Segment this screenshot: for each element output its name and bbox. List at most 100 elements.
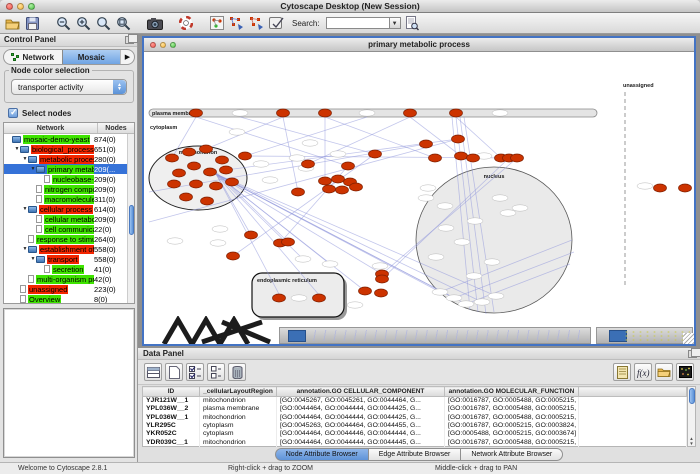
tree-row[interactable]: ▼biological_process651(0): [4, 144, 127, 154]
zoom-out-icon[interactable]: [55, 15, 72, 31]
data-panel-float-icon[interactable]: [688, 350, 697, 358]
table-row[interactable]: YKR052Ccytoplasm[GO:0044464, GO:0044446,…: [143, 430, 687, 438]
search-dropdown-arrow[interactable]: ▼: [390, 17, 401, 29]
network-node[interactable]: [166, 154, 179, 162]
birdseye-view[interactable]: [3, 308, 135, 458]
tree-row[interactable]: Overview8(0): [4, 294, 127, 303]
tree-scrollbar[interactable]: [127, 134, 134, 303]
network-node[interactable]: [273, 294, 286, 302]
attribute-browser-tab[interactable]: Edge Attribute Browser: [369, 448, 462, 461]
network-node[interactable]: [452, 135, 465, 143]
network-node[interactable]: [467, 154, 480, 162]
help-lifesaver-icon[interactable]: [177, 15, 194, 31]
network-node[interactable]: [679, 184, 692, 192]
tree-row[interactable]: nucleobase-209(0): [4, 174, 127, 184]
network-node[interactable]: [359, 287, 372, 295]
minimized-frame-2[interactable]: [596, 327, 693, 344]
tree-row[interactable]: secretion41(0): [4, 264, 127, 274]
network-node[interactable]: [282, 238, 295, 246]
node-color-attribute-select[interactable]: transporter activity ▲▼: [11, 79, 127, 95]
table-row[interactable]: YDR039C__1mitochondrion[GO:0044464, GO:0…: [143, 438, 687, 446]
table-scrollbar[interactable]: ▲▼: [687, 386, 696, 447]
table-column-header[interactable]: annotation.GO MOLECULAR_FUNCTION: [445, 387, 579, 397]
select-attributes-icon[interactable]: [186, 363, 204, 381]
table-column-header[interactable]: ID: [143, 387, 200, 397]
zoom-selected-icon[interactable]: [95, 15, 112, 31]
tree-row[interactable]: response to stimulu264(0): [4, 234, 127, 244]
network-node[interactable]: [277, 109, 290, 117]
table-row[interactable]: YPL036W__1mitochondrion[GO:0044464, GO:0…: [143, 413, 687, 421]
tree-row[interactable]: ▼metabolic process280(0): [4, 154, 127, 164]
network-node[interactable]: [204, 168, 217, 176]
delete-attribute-icon[interactable]: [228, 363, 246, 381]
tree-row[interactable]: macromolecule311(0): [4, 194, 127, 204]
tab-network[interactable]: Network: [4, 50, 62, 64]
table-row[interactable]: YPL036W__2plasma membrane[GO:0044464, GO…: [143, 405, 687, 413]
attribute-browser-tab[interactable]: Network Attribute Browser: [461, 448, 563, 461]
network-node[interactable]: [183, 148, 196, 156]
attribute-browser-tab[interactable]: Node Attribute Browser: [275, 448, 369, 461]
tree-row[interactable]: ▼primary metabo209(...: [4, 164, 127, 174]
tree-column-network[interactable]: Network: [4, 123, 98, 133]
network-node[interactable]: [173, 169, 186, 177]
select-nodes-checkbox[interactable]: [8, 108, 18, 118]
snapshot-icon[interactable]: [146, 15, 163, 31]
network-node[interactable]: [210, 182, 223, 190]
table-row[interactable]: YLR295Ccytoplasm[GO:0045263, GO:0044464,…: [143, 421, 687, 429]
network-node[interactable]: [180, 193, 193, 201]
network-node[interactable]: [319, 177, 332, 185]
attribute-notes-icon[interactable]: [613, 363, 631, 381]
function-builder-icon[interactable]: f(x): [634, 363, 652, 381]
network-node[interactable]: [227, 252, 240, 260]
network-node[interactable]: [292, 188, 305, 196]
tree-row[interactable]: unassigned223(0): [4, 284, 127, 294]
minimized-overview-thumbnail[interactable]: [162, 316, 274, 344]
network-node[interactable]: [376, 275, 389, 283]
more-tabs-arrow-icon[interactable]: ▶: [120, 50, 134, 64]
network-view-window[interactable]: primary metabolic process plasma membran…: [142, 36, 696, 346]
tree-row[interactable]: ▼cellular process614(0): [4, 204, 127, 214]
network-node[interactable]: [336, 186, 349, 194]
tree-row[interactable]: ▼transport558(0): [4, 254, 127, 264]
unselect-attributes-icon[interactable]: [207, 363, 225, 381]
network-node[interactable]: [420, 140, 433, 148]
tree-row[interactable]: cellular metabo209(0): [4, 214, 127, 224]
import-attributes-icon[interactable]: [655, 363, 673, 381]
network-overlay-b-icon[interactable]: [248, 15, 265, 31]
network-node[interactable]: [350, 183, 363, 191]
advanced-search-icon[interactable]: [404, 15, 421, 31]
float-panel-icon[interactable]: [125, 36, 134, 44]
attribute-matrix-icon[interactable]: [676, 363, 694, 381]
annotation-select-icon[interactable]: [268, 15, 285, 31]
tree-row[interactable]: cell communicat22(0): [4, 224, 127, 234]
zoom-in-icon[interactable]: [75, 15, 92, 31]
network-node[interactable]: [245, 231, 258, 239]
window-resize-grip[interactable]: [683, 333, 694, 344]
network-node[interactable]: [323, 185, 336, 193]
tree-row[interactable]: mosaic-demo-yeast874(0): [4, 134, 127, 144]
save-session-icon[interactable]: [24, 15, 41, 31]
network-node[interactable]: [375, 289, 388, 297]
open-file-icon[interactable]: [4, 15, 21, 31]
network-node[interactable]: [190, 109, 203, 117]
table-mode-icon[interactable]: [144, 363, 162, 381]
network-node[interactable]: [404, 109, 417, 117]
network-node[interactable]: [188, 162, 201, 170]
network-node[interactable]: [168, 180, 181, 188]
minimized-frame-1[interactable]: [279, 327, 591, 344]
network-node[interactable]: [226, 178, 239, 186]
network-node[interactable]: [200, 145, 213, 153]
graphics-details-icon[interactable]: [208, 15, 225, 31]
tree-row[interactable]: ▼establishment of lo558(0): [4, 244, 127, 254]
network-node[interactable]: [216, 156, 229, 164]
tree-row[interactable]: nitrogen compo209(0): [4, 184, 127, 194]
network-overlay-a-icon[interactable]: [228, 15, 245, 31]
tab-mosaic[interactable]: Mosaic: [62, 50, 121, 64]
network-node[interactable]: [450, 109, 463, 117]
network-node[interactable]: [511, 154, 524, 162]
network-node[interactable]: [319, 109, 332, 117]
network-node[interactable]: [429, 154, 442, 162]
search-input[interactable]: [326, 17, 390, 29]
network-node[interactable]: [201, 197, 214, 205]
table-column-header[interactable]: annotation.GO CELLULAR_COMPONENT: [277, 387, 445, 397]
